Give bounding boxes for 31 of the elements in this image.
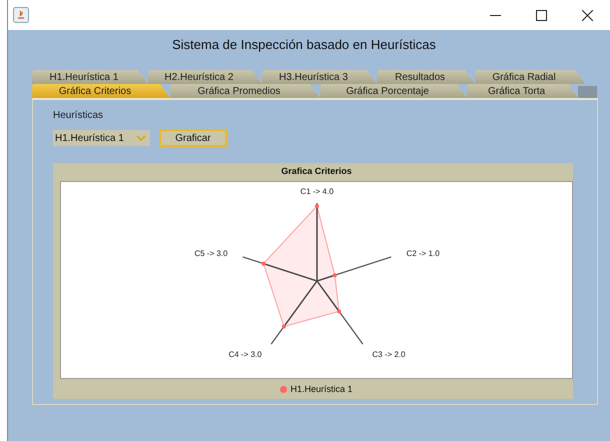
tab[interactable]: Gráfica Promedios <box>170 84 320 98</box>
tab[interactable]: Gráfica Torta <box>467 84 578 98</box>
tab[interactable]: H1.Heurística 1 <box>32 70 148 84</box>
data-point <box>332 273 337 278</box>
axis-label: C4 -> 3.0 <box>228 350 262 359</box>
axis-label: C5 -> 3.0 <box>194 249 228 258</box>
data-point <box>282 324 286 328</box>
legend-dot <box>280 386 288 392</box>
tab[interactable]: H3.Heurística 3 <box>262 70 377 84</box>
tab[interactable]: Gráfica Radial <box>475 70 585 84</box>
chart-title: Grafica Criterios <box>280 165 353 178</box>
data-point <box>337 309 342 314</box>
chevron-icon <box>136 135 146 141</box>
java-icon <box>13 7 29 23</box>
app-title: Sistema de Inspección basado en Heurísticas <box>171 37 437 52</box>
axis-label: C1 -> 4.0 <box>300 187 334 196</box>
axis-label: C3 -> 2.0 <box>372 350 406 359</box>
data-point <box>262 262 266 266</box>
heuristic-dropdown[interactable]: H1.Heurística 1 <box>53 130 150 146</box>
tab[interactable]: Gráfica Porcentaje <box>320 84 467 98</box>
tab[interactable]: H2.Heurística 2 <box>148 70 262 84</box>
tab[interactable]: Resultados <box>377 70 475 84</box>
plot-button[interactable]: Graficar <box>159 129 227 147</box>
heuristics-label: Heurísticas <box>53 110 104 121</box>
tab[interactable]: Gráfica Criterios <box>32 84 170 98</box>
data-point <box>315 204 319 208</box>
axis-label: C2 -> 1.0 <box>406 249 440 258</box>
maximize-icon[interactable] <box>536 10 547 20</box>
close-icon[interactable] <box>582 10 593 20</box>
tab-strip-end <box>578 86 597 98</box>
legend-label: H1.Heurística 1 <box>290 384 353 394</box>
